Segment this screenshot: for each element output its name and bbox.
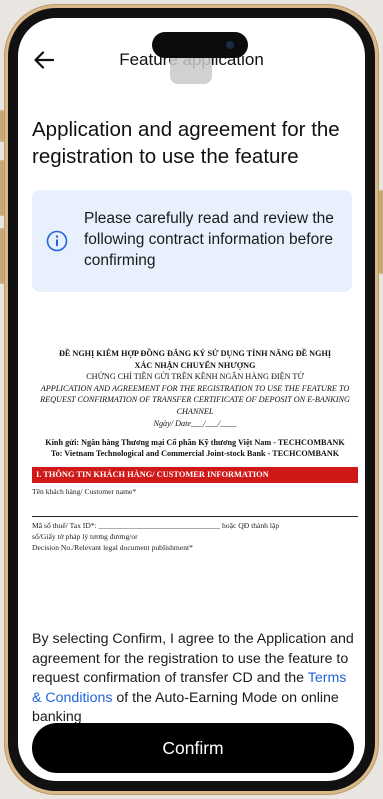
- notice-text: Please carefully read and review the fol…: [84, 210, 334, 269]
- back-button[interactable]: [32, 48, 56, 72]
- doc-heading-en: APPLICATION AND AGREEMENT FOR THE REGIST…: [40, 383, 350, 416]
- side-button: [0, 110, 4, 142]
- info-notice: Please carefully read and review the fol…: [32, 190, 352, 292]
- dynamic-island: [152, 32, 248, 58]
- doc-field-name: Tên khách hàng/ Customer name*: [32, 486, 358, 497]
- doc-field-decision: Decision No./Relevant legal document pub…: [32, 543, 193, 553]
- app-screen: Feature application Application and agre…: [18, 18, 365, 781]
- doc-date: Ngày/ Date___/___/____: [153, 418, 237, 428]
- doc-heading-vi: ĐỀ NGHỊ KIÊM HỢP ĐỒNG ĐĂNG KÝ SỬ DỤNG TÍ…: [58, 349, 332, 358]
- contract-document[interactable]: ĐỀ NGHỊ KIÊM HỢP ĐỒNG ĐĂNG KÝ SỬ DỤNG TÍ…: [32, 348, 358, 610]
- doc-field-tax: Mã số thuế/ Tax ID*: ___________________…: [32, 521, 280, 531]
- doc-field-line: [32, 505, 358, 518]
- page-title: Application and agreement for the regist…: [32, 118, 340, 168]
- side-button: [0, 228, 4, 284]
- doc-field-tax-2: số/Giấy tờ pháp lý tương đương/or: [32, 532, 138, 542]
- doc-recipient-vi: Kính gửi: Ngân hàng Thương mại Cổ phần K…: [45, 438, 345, 448]
- agreement-text: By selecting Confirm, I agree to the App…: [32, 630, 357, 728]
- doc-heading-vi: XÁC NHẬN CHUYỂN NHƯỢNG: [134, 360, 256, 370]
- confirm-button[interactable]: Confirm: [32, 723, 354, 773]
- island-overlay: [170, 58, 212, 84]
- info-icon: [46, 230, 68, 252]
- arrow-left-icon: [34, 51, 54, 69]
- side-button: [0, 160, 4, 216]
- document-heading: ĐỀ NGHỊ KIÊM HỢP ĐỒNG ĐĂNG KÝ SỬ DỤNG TÍ…: [32, 348, 358, 429]
- doc-field-name-label: Tên khách hàng/ Customer name*: [32, 487, 137, 497]
- camera-icon: [226, 41, 234, 49]
- doc-heading-vi: CHỨNG CHỈ TIỀN GỬI TRÊN KÊNH NGÂN HÀNG Đ…: [86, 372, 304, 382]
- agreement-text-before: By selecting Confirm, I agree to the App…: [32, 631, 354, 687]
- doc-recipient-en: To: Vietnam Technological and Commercial…: [50, 449, 340, 459]
- doc-section-header: I. THÔNG TIN KHÁCH HÀNG/ CUSTOMER INFORM…: [32, 467, 358, 484]
- side-button: [379, 190, 383, 274]
- doc-recipient: Kính gửi: Ngân hàng Thương mại Cổ phần K…: [32, 437, 358, 459]
